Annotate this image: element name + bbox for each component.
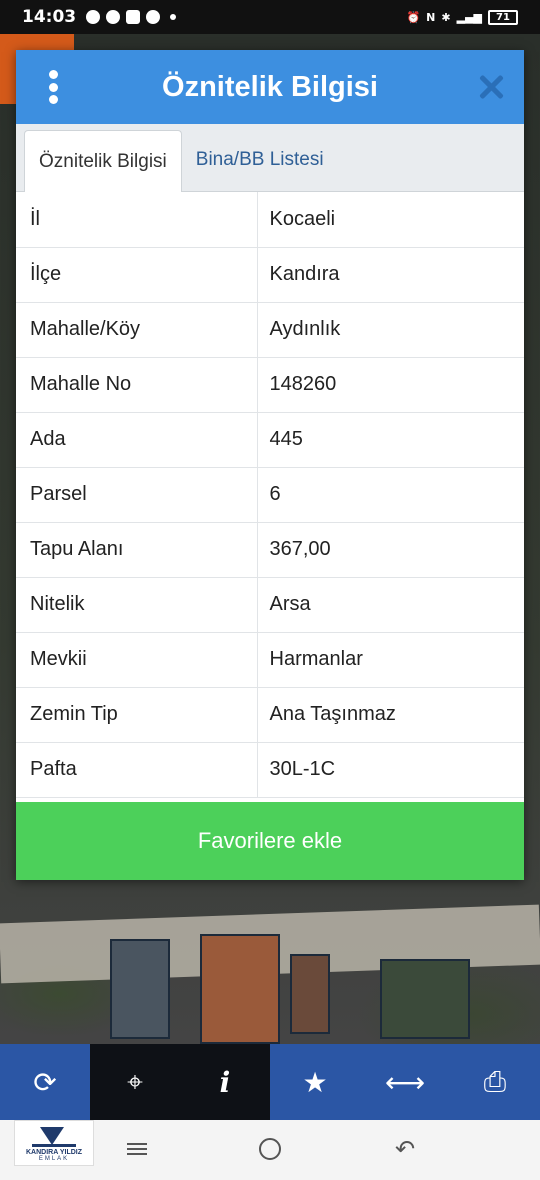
info-icon[interactable]: i [180,1044,270,1120]
table-row: Zemin Tip Ana Taşınmaz [16,687,524,743]
row-value: Aydınlık [257,302,524,358]
status-time: 14:03 [22,7,77,27]
table-row: İl Kocaeli [16,192,524,248]
dialog-title: Öznitelik Bilgisi [162,70,378,103]
row-value: 367,00 [257,522,524,578]
map-building [290,954,330,1034]
row-value: Arsa [257,577,524,633]
status-right: ⏰ N ✱ ▂▄▆ 71 [406,9,518,25]
map-building [200,934,280,1044]
back-icon[interactable]: ↶ [390,1134,420,1164]
map-toolbar: ⟳ ⌖ i ★ ⟷ ⎙ [0,1044,540,1120]
locate-icon[interactable]: ⌖ [90,1044,180,1120]
table-row: Tapu Alanı 367,00 [16,522,524,578]
table-row: Mevkii Harmanlar [16,632,524,688]
row-key: Tapu Alanı [16,522,258,578]
star-icon[interactable]: ★ [270,1044,360,1120]
chrome-icon [146,10,161,24]
status-bar: 14:03 ⏰ N ✱ ▂▄▆ 71 [0,0,540,34]
more-options-icon[interactable] [46,70,60,104]
attribute-table: İl Kocaeli İlçe Kandıra Mahalle/Köy Aydınlı… [16,192,524,798]
row-key: Mahalle/Köy [16,302,258,358]
row-key: Pafta [16,742,258,798]
row-value: 445 [257,412,524,468]
map-building [110,939,170,1039]
tab-building-list[interactable]: Bina/BB Listesi [182,129,338,191]
home-icon[interactable] [255,1134,285,1164]
attribute-dialog: Öznitelik Bilgisi Öznitelik Bilgisi Bina… [16,50,524,880]
row-key: Zemin Tip [16,687,258,743]
battery-icon: 71 [488,9,518,25]
measure-icon[interactable]: ⟷ [360,1044,450,1120]
table-row: Ada 445 [16,412,524,468]
recent-apps-icon[interactable] [122,1134,152,1164]
alarm-icon: ⏰ [406,10,421,24]
row-value: Harmanlar [257,632,524,688]
system-nav-bar: KANDIRA YILDIZ EMLAK ↶ [0,1120,540,1180]
row-key: Ada [16,412,258,468]
row-key: Parsel [16,467,258,523]
table-row: Mahalle/Köy Aydınlık [16,302,524,358]
logo-mark [32,1125,76,1147]
logo-line2: EMLAK [38,1155,70,1162]
app-icon [126,10,141,24]
row-key: İl [16,192,258,248]
row-key: İlçe [16,247,258,303]
table-row: Nitelik Arsa [16,577,524,633]
row-value: Kocaeli [257,192,524,248]
agency-logo: KANDIRA YILDIZ EMLAK [14,1120,94,1166]
row-value: 30L-1C [257,742,524,798]
row-key: Nitelik [16,577,258,633]
add-to-favorites-button[interactable]: Favorilere ekle [16,802,524,880]
whatsapp-icon [86,10,101,24]
tab-attribute-info[interactable]: Öznitelik Bilgisi [24,130,182,192]
logo-line1: KANDIRA YILDIZ [26,1148,82,1156]
signal-icon: ▂▄▆ [456,10,482,24]
nfc-icon: N [426,10,436,24]
table-row: Pafta 30L-1C [16,742,524,798]
notification-dot-icon [170,14,177,20]
table-row: Parsel 6 [16,467,524,523]
row-key: Mahalle No [16,357,258,413]
map-building [380,959,470,1039]
dialog-header: Öznitelik Bilgisi [16,50,524,124]
messenger-icon [106,10,121,24]
table-row: Mahalle No 148260 [16,357,524,413]
row-value: Kandıra [257,247,524,303]
bluetooth-icon: ✱ [441,10,451,24]
close-icon[interactable] [478,74,504,100]
tab-bar: Öznitelik Bilgisi Bina/BB Listesi [16,124,524,192]
row-key: Mevkii [16,632,258,688]
row-value: Ana Taşınmaz [257,687,524,743]
row-value: 148260 [257,357,524,413]
row-value: 6 [257,467,524,523]
print-icon[interactable]: ⎙ [450,1044,540,1120]
refresh-icon[interactable]: ⟳ [0,1044,90,1120]
table-row: İlçe Kandıra [16,247,524,303]
